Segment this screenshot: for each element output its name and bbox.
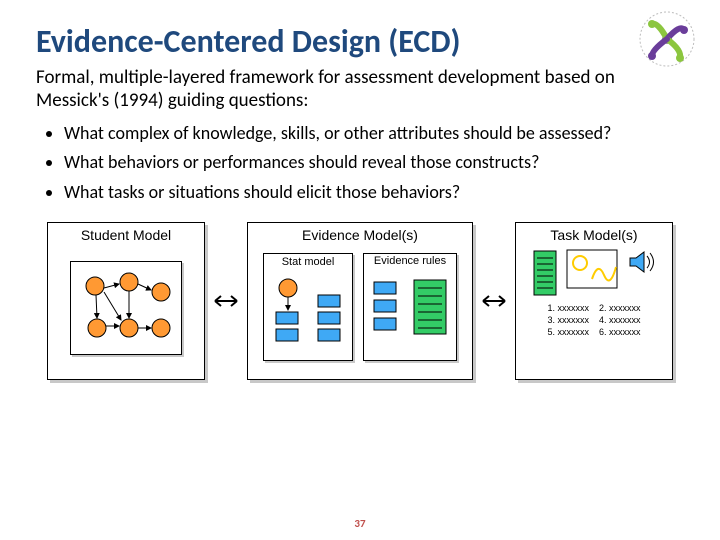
bullet-item: What behaviors or performances should re… (64, 151, 684, 174)
task-feature: 1. xxxxxxx (547, 303, 589, 315)
org-logo-icon (638, 10, 696, 68)
task-model-title: Task Model(s) (550, 227, 637, 243)
student-model-title: Student Model (81, 227, 171, 243)
task-feature: 4. xxxxxxx (599, 315, 641, 327)
task-audio-icon (626, 249, 656, 275)
task-feature: 2. xxxxxxx (599, 303, 641, 315)
task-feature: 3. xxxxxxx (547, 315, 589, 327)
stat-model-box: Stat model (263, 253, 353, 361)
task-features-list: 1. xxxxxxx 2. xxxxxxx 3. xxxxxxx 4. xxxx… (547, 303, 640, 338)
slide-title: Evidence-Centered Design (ECD) (36, 24, 684, 59)
intro-text: Formal, multiple-layered framework for a… (36, 67, 684, 112)
task-chart-icon (566, 249, 618, 289)
stat-model-label: Stat model (264, 256, 352, 268)
double-arrow-icon (479, 294, 509, 308)
bullet-list: What complex of knowledge, skills, or ot… (50, 122, 684, 204)
task-feature: 5. xxxxxxx (547, 327, 589, 339)
task-doc-icon (532, 249, 558, 297)
evidence-rules-label: Evidence rules (364, 256, 456, 268)
page-number: 37 (0, 517, 720, 530)
evidence-model-panel: Evidence Model(s) Stat model (247, 222, 473, 380)
student-model-graph (70, 261, 182, 355)
bullet-item: What tasks or situations should elicit t… (64, 181, 684, 204)
evidence-model-title: Evidence Model(s) (302, 227, 418, 243)
bullet-item: What complex of knowledge, skills, or ot… (64, 122, 684, 145)
evidence-rules-box: Evidence rules (363, 253, 457, 361)
models-diagram: Student Model (36, 222, 684, 380)
task-model-panel: Task Model(s) (515, 222, 673, 380)
double-arrow-icon (211, 294, 241, 308)
student-model-panel: Student Model (47, 222, 205, 380)
task-feature: 6. xxxxxxx (599, 327, 641, 339)
